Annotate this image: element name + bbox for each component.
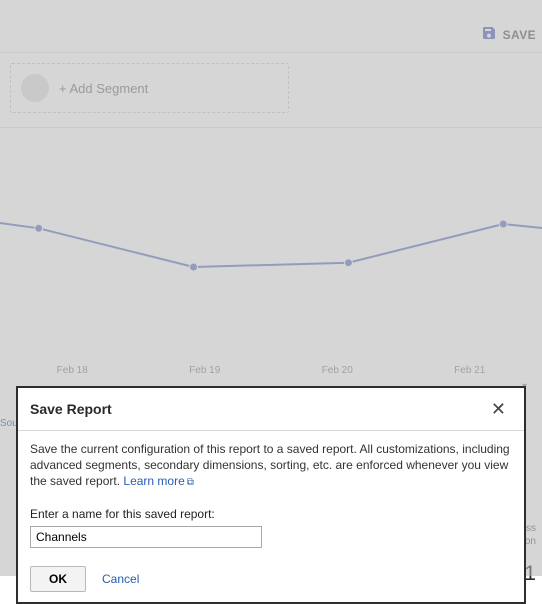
save-report-modal: Save Report ✕ Save the current configura… <box>16 386 526 604</box>
modal-actions: OK Cancel <box>30 566 512 592</box>
close-icon[interactable]: ✕ <box>485 398 512 420</box>
cancel-button[interactable]: Cancel <box>102 571 139 587</box>
learn-more-link[interactable]: Learn more⧉ <box>123 474 194 488</box>
report-name-input[interactable] <box>30 526 262 548</box>
modal-description: Save the current configuration of this r… <box>30 442 510 488</box>
modal-title: Save Report <box>30 401 112 417</box>
report-name-label: Enter a name for this saved report: <box>30 506 512 522</box>
modal-header: Save Report ✕ <box>18 388 524 431</box>
external-link-icon: ⧉ <box>187 477 194 488</box>
ok-button[interactable]: OK <box>30 566 86 592</box>
modal-body: Save the current configuration of this r… <box>18 431 524 602</box>
